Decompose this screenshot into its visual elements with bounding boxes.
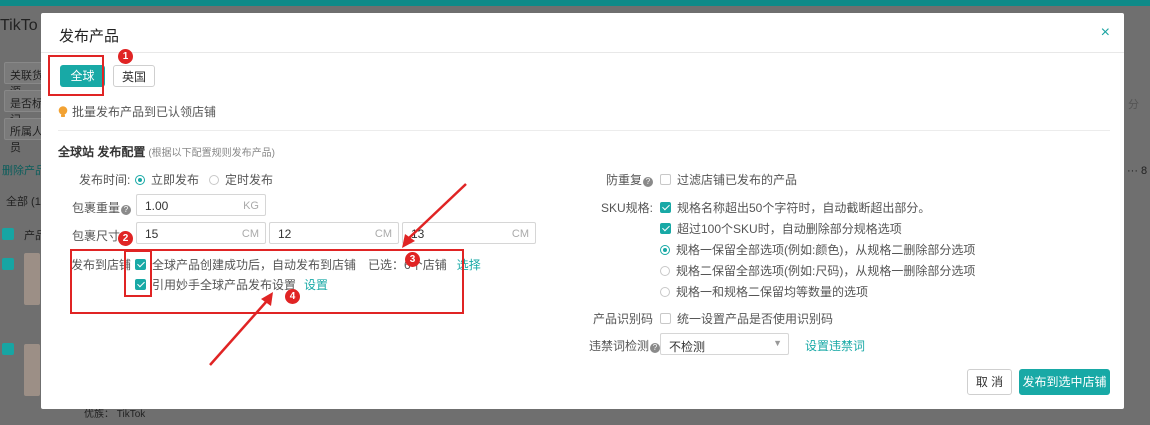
banned-words-select[interactable]: 不检测 ▼ — [660, 333, 789, 355]
package-width-input[interactable]: 12 CM — [269, 222, 399, 244]
bg-filter-1: 关联货源 — [4, 62, 44, 98]
bg-header-checkbox — [2, 228, 14, 240]
bg-product-thumb-2 — [24, 344, 40, 396]
sku-truncate-checkbox[interactable]: 规格名称超出50个字符时，自动截断超出部分。 — [660, 199, 930, 216]
bg-app-title: TikTo — [0, 17, 38, 34]
package-length-input[interactable]: 15 CM — [136, 222, 266, 244]
cancel-button[interactable]: 取 消 — [967, 369, 1012, 395]
section-title: 全球站 发布配置 (根据以下配置规则发布产品) — [58, 145, 276, 159]
banned-words-label: 违禁词检测? — [589, 337, 661, 354]
chevron-down-icon: ▼ — [773, 338, 782, 348]
annotation-badge-4: 4 — [285, 289, 300, 304]
bg-row-checkbox-2 — [2, 343, 14, 355]
select-stores-link[interactable]: 选择 — [457, 256, 481, 273]
help-icon[interactable]: ? — [121, 205, 131, 215]
checkbox-checked-icon — [135, 279, 146, 290]
sku-label: SKU规格: — [600, 201, 653, 215]
modal-header: 发布产品 × — [41, 13, 1124, 53]
sku-limit-checkbox[interactable]: 超过100个SKU时，自动删除部分规格选项 — [660, 220, 902, 237]
publish-to-stores-button[interactable]: 发布到选中店铺 — [1019, 369, 1110, 395]
banned-words-settings-link[interactable]: 设置违禁词 — [805, 337, 865, 354]
tab-uk[interactable]: 英国 — [113, 65, 155, 87]
use-global-settings-checkbox[interactable]: 引用妙手全球产品发布设置 设置 — [135, 276, 328, 293]
radio-publish-now[interactable]: 立即发布 — [135, 171, 199, 188]
checkbox-unchecked-icon — [660, 174, 671, 185]
app-top-bar — [0, 0, 1150, 6]
batch-publish-label: 批量发布产品到已认领店铺 — [72, 105, 217, 119]
close-icon[interactable]: × — [1101, 24, 1110, 42]
checkbox-unchecked-icon — [660, 313, 671, 324]
bg-right-fragment: 分 — [1128, 99, 1139, 111]
annotation-badge-2: 2 — [118, 231, 133, 246]
bg-filter-3: 所属人员 — [4, 118, 44, 154]
help-icon[interactable]: ? — [643, 177, 653, 187]
radio-selected-icon — [660, 244, 670, 255]
package-weight-label: 包裹重量? — [71, 199, 131, 216]
bg-more: ··· 8 — [1127, 165, 1148, 177]
publish-time-label: 发布时间: — [79, 173, 131, 187]
radio-unselected-icon — [660, 265, 670, 276]
section-divider — [58, 130, 1110, 131]
bg-product-thumb-1 — [24, 253, 40, 305]
batch-publish-row: 批量发布产品到已认领店铺 — [58, 103, 216, 120]
global-settings-link[interactable]: 设置 — [304, 276, 328, 293]
publish-product-modal: 发布产品 × 全球 英国 批量发布产品到已认领店铺 全球站 发布配置 (根据以下配… — [41, 13, 1124, 409]
radio-publish-scheduled[interactable]: 定时发布 — [209, 171, 273, 188]
bg-filter-2: 是否标记 — [4, 90, 44, 126]
help-icon[interactable]: ? — [650, 343, 661, 353]
section-hint: (根据以下配置规则发布产品) — [148, 148, 276, 159]
sku-radio-keep-spec1[interactable]: 规格一保留全部选项(例如:颜色)，从规格二删除部分选项 — [660, 241, 975, 258]
identifier-label: 产品识别码 — [592, 312, 653, 326]
bg-delete-link: 删除产品 — [2, 165, 46, 177]
annotation-badge-3: 3 — [405, 252, 420, 267]
checkbox-checked-icon — [660, 223, 671, 234]
checkbox-checked-icon — [660, 202, 671, 213]
auto-publish-checkbox[interactable]: 全球产品创建成功后，自动发布到店铺 已选：6个店铺 选择 — [135, 256, 481, 273]
radio-selected-icon — [135, 174, 145, 185]
bg-row-checkbox-1 — [2, 258, 14, 270]
sku-radio-keep-spec2[interactable]: 规格二保留全部选项(例如:尺码)，从规格一删除部分选项 — [660, 262, 975, 279]
radio-unselected-icon — [209, 174, 219, 185]
checkbox-checked-icon — [135, 259, 146, 270]
tab-global[interactable]: 全球 — [60, 65, 105, 87]
dedupe-checkbox[interactable]: 过滤店铺已发布的产品 — [660, 171, 797, 188]
identifier-checkbox[interactable]: 统一设置产品是否使用识别码 — [660, 310, 833, 327]
publish-store-label: 发布到店铺 — [71, 258, 132, 272]
package-weight-input[interactable]: 1.00 KG — [136, 194, 266, 216]
dedupe-label: 防重复? — [589, 171, 653, 188]
radio-unselected-icon — [660, 286, 670, 297]
bulb-icon — [58, 105, 68, 117]
annotation-badge-1: 1 — [118, 49, 133, 64]
package-height-input[interactable]: 13 CM — [402, 222, 536, 244]
sku-radio-equal[interactable]: 规格一和规格二保留均等数量的选项 — [660, 283, 868, 300]
modal-title: 发布产品 — [59, 28, 120, 45]
